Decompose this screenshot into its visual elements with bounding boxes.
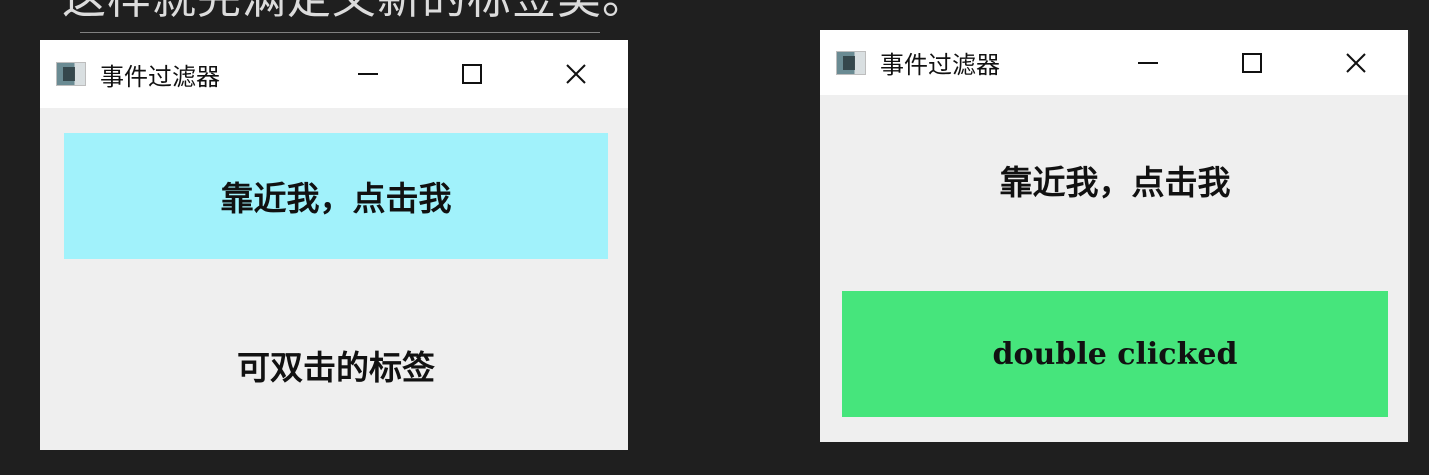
close-button[interactable] bbox=[524, 40, 628, 108]
close-icon bbox=[564, 62, 588, 86]
background-slide-text: 这样就完满定义新的标签类。 bbox=[62, 0, 647, 26]
double-click-label[interactable]: 可双击的标签 bbox=[64, 302, 608, 428]
app-icon bbox=[56, 62, 86, 86]
maximize-button[interactable] bbox=[1200, 30, 1304, 95]
maximize-button[interactable] bbox=[420, 40, 524, 108]
minimize-button[interactable] bbox=[1096, 30, 1200, 95]
close-icon bbox=[1344, 51, 1368, 75]
minimize-icon bbox=[356, 62, 380, 86]
hover-click-label[interactable]: 靠近我，点击我 bbox=[842, 117, 1388, 243]
window-title: 事件过滤器 bbox=[880, 51, 1000, 79]
maximize-icon bbox=[460, 62, 484, 86]
screen: 这样就完满定义新的标签类。 事件过滤器 bbox=[0, 0, 1429, 475]
close-button[interactable] bbox=[1304, 30, 1408, 95]
maximize-icon bbox=[1240, 51, 1264, 75]
app-icon bbox=[836, 50, 866, 75]
window-controls bbox=[1096, 30, 1408, 95]
window-controls bbox=[316, 40, 628, 108]
titlebar[interactable]: 事件过滤器 bbox=[40, 40, 628, 108]
event-filter-window-right: 事件过滤器 靠近我，点击我 double clicked bbox=[820, 30, 1410, 442]
double-clicked-label[interactable]: double clicked bbox=[842, 291, 1388, 417]
hover-click-label[interactable]: 靠近我，点击我 bbox=[64, 133, 608, 259]
window-title: 事件过滤器 bbox=[100, 62, 220, 91]
minimize-icon bbox=[1136, 51, 1160, 75]
minimize-button[interactable] bbox=[316, 40, 420, 108]
titlebar[interactable]: 事件过滤器 bbox=[820, 30, 1408, 95]
event-filter-window-left: 事件过滤器 靠近我，点击我 可双击的标签 bbox=[40, 40, 628, 450]
